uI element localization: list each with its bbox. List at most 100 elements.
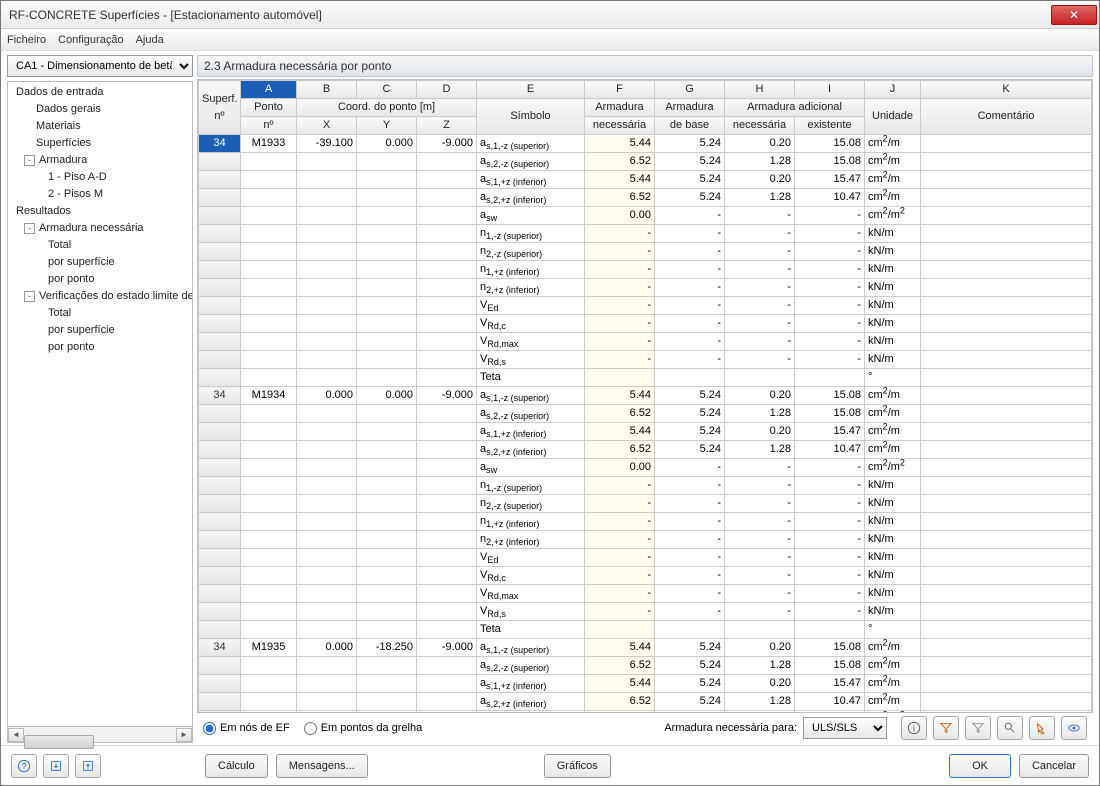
tree-item[interactable]: Dados de entrada bbox=[8, 84, 192, 101]
col-arm-add: Armadura adicional bbox=[725, 99, 865, 117]
scroll-right-icon[interactable]: ► bbox=[176, 728, 192, 742]
table-row[interactable]: n1,-z (superior)----kN/m bbox=[199, 225, 1092, 243]
table-row[interactable]: as,2,-z (superior)6.525.241.2815.08cm2/m bbox=[199, 405, 1092, 423]
eye-icon[interactable] bbox=[1061, 716, 1087, 740]
nav-tree[interactable]: Dados de entradaDados geraisMateriaisSup… bbox=[7, 81, 193, 727]
tree-item[interactable]: por superfície bbox=[8, 254, 192, 271]
case-selector[interactable]: CA1 - Dimensionamento de betã bbox=[7, 55, 193, 77]
table-row[interactable]: n1,-z (superior)----kN/m bbox=[199, 477, 1092, 495]
table-row[interactable]: asw0.00---cm2/m2 bbox=[199, 711, 1092, 714]
export-icon[interactable] bbox=[75, 754, 101, 778]
col-ponto-bot: nº bbox=[241, 117, 297, 135]
tree-item[interactable]: -Verificações do estado limite de bbox=[8, 288, 192, 305]
table-row[interactable]: n1,+z (inferior)----kN/m bbox=[199, 513, 1092, 531]
table-row[interactable]: VRd,s----kN/m bbox=[199, 351, 1092, 369]
table-row[interactable]: n2,-z (superior)----kN/m bbox=[199, 495, 1092, 513]
graphics-button[interactable]: Gráficos bbox=[544, 754, 611, 778]
sidebar: CA1 - Dimensionamento de betã Dados de e… bbox=[7, 55, 193, 743]
radio-grelha-input[interactable] bbox=[304, 722, 317, 735]
col-letter-e[interactable]: E bbox=[477, 81, 585, 99]
tree-item[interactable]: Total bbox=[8, 305, 192, 322]
tree-item[interactable]: Dados gerais bbox=[8, 101, 192, 118]
help-icon[interactable]: ? bbox=[11, 754, 37, 778]
table-row[interactable]: as,2,+z (inferior)6.525.241.2810.47cm2/m bbox=[199, 189, 1092, 207]
tree-item[interactable]: por ponto bbox=[8, 271, 192, 288]
table-row[interactable]: 34M19340.0000.000-9.000as,1,-z (superior… bbox=[199, 387, 1092, 405]
cancel-button[interactable]: Cancelar bbox=[1019, 754, 1089, 778]
calc-button[interactable]: Cálculo bbox=[205, 754, 268, 778]
table-row[interactable]: as,1,+z (inferior)5.445.240.2015.47cm2/m bbox=[199, 423, 1092, 441]
tree-item[interactable]: por superfície bbox=[8, 322, 192, 339]
tree-item[interactable]: por ponto bbox=[8, 339, 192, 356]
window-title: RF-CONCRETE Superfícies - [Estacionament… bbox=[9, 8, 1051, 22]
filter-icon[interactable] bbox=[965, 716, 991, 740]
required-for: Armadura necessária para: ULS/SLS bbox=[664, 717, 887, 739]
info-icon[interactable]: i bbox=[901, 716, 927, 740]
table-row[interactable]: n1,+z (inferior)----kN/m bbox=[199, 261, 1092, 279]
table-row[interactable]: as,2,+z (inferior)6.525.241.2810.47cm2/m bbox=[199, 441, 1092, 459]
ok-button[interactable]: OK bbox=[949, 754, 1011, 778]
required-for-select[interactable]: ULS/SLS bbox=[803, 717, 887, 739]
menu-configuracao[interactable]: Configuração bbox=[58, 34, 123, 46]
table-row[interactable]: asw0.00---cm2/m2 bbox=[199, 207, 1092, 225]
col-letter-d[interactable]: D bbox=[417, 81, 477, 99]
col-letter-a[interactable]: A bbox=[241, 81, 297, 99]
tree-hscroll[interactable]: ◄ ► bbox=[7, 727, 193, 743]
table-row[interactable]: VRd,c----kN/m bbox=[199, 567, 1092, 585]
messages-button[interactable]: Mensagens... bbox=[276, 754, 368, 778]
scroll-left-icon[interactable]: ◄ bbox=[8, 728, 24, 742]
pick-icon[interactable] bbox=[1029, 716, 1055, 740]
menu-ajuda[interactable]: Ajuda bbox=[136, 34, 164, 46]
import-icon[interactable] bbox=[43, 754, 69, 778]
table-row[interactable]: n2,-z (superior)----kN/m bbox=[199, 243, 1092, 261]
find-icon[interactable] bbox=[997, 716, 1023, 740]
tree-item[interactable]: Resultados bbox=[8, 203, 192, 220]
table-row[interactable]: VRd,s----kN/m bbox=[199, 603, 1092, 621]
radio-ef[interactable]: Em nós de EF bbox=[203, 722, 290, 735]
table-row[interactable]: as,1,+z (inferior)5.445.240.2015.47cm2/m bbox=[199, 171, 1092, 189]
grid-wrap: Superf.nº A B C D E F G H I J K bbox=[197, 79, 1093, 713]
table-row[interactable]: as,1,+z (inferior)5.445.240.2015.47cm2/m bbox=[199, 675, 1092, 693]
filter-edit-icon[interactable] bbox=[933, 716, 959, 740]
table-row[interactable]: as,2,+z (inferior)6.525.241.2810.47cm2/m bbox=[199, 693, 1092, 711]
table-row[interactable]: VRd,max----kN/m bbox=[199, 333, 1092, 351]
scroll-thumb[interactable] bbox=[24, 735, 94, 749]
tree-item[interactable]: 1 - Piso A-D bbox=[8, 169, 192, 186]
radio-ef-input[interactable] bbox=[203, 722, 216, 735]
table-row[interactable]: 34M1933-39.1000.000-9.000as,1,-z (superi… bbox=[199, 135, 1092, 153]
tree-item[interactable]: 2 - Pisos M bbox=[8, 186, 192, 203]
col-letter-f[interactable]: F bbox=[585, 81, 655, 99]
col-arm-base-t: Armadura bbox=[655, 99, 725, 117]
table-row[interactable]: VEd----kN/m bbox=[199, 549, 1092, 567]
col-letter-i[interactable]: I bbox=[795, 81, 865, 99]
table-row[interactable]: 34M19350.000-18.250-9.000as,1,-z (superi… bbox=[199, 639, 1092, 657]
table-row[interactable]: asw0.00---cm2/m2 bbox=[199, 459, 1092, 477]
tree-item[interactable]: -Armadura necessária bbox=[8, 220, 192, 237]
table-row[interactable]: as,2,-z (superior)6.525.241.2815.08cm2/m bbox=[199, 153, 1092, 171]
table-row[interactable]: Teta° bbox=[199, 621, 1092, 639]
col-arm-nec-b: necessária bbox=[585, 117, 655, 135]
col-letter-b[interactable]: B bbox=[297, 81, 357, 99]
col-letter-g[interactable]: G bbox=[655, 81, 725, 99]
menu-ficheiro[interactable]: Ficheiro bbox=[7, 34, 46, 46]
table-row[interactable]: VEd----kN/m bbox=[199, 297, 1092, 315]
tree-item[interactable]: -Armadura bbox=[8, 152, 192, 169]
col-x: X bbox=[297, 117, 357, 135]
table-row[interactable]: VRd,c----kN/m bbox=[199, 315, 1092, 333]
table-row[interactable]: as,2,-z (superior)6.525.241.2815.08cm2/m bbox=[199, 657, 1092, 675]
col-letter-k[interactable]: K bbox=[921, 81, 1092, 99]
col-letter-h[interactable]: H bbox=[725, 81, 795, 99]
tree-item[interactable]: Total bbox=[8, 237, 192, 254]
tree-item[interactable]: Superfícies bbox=[8, 135, 192, 152]
col-arm-base-b: de base bbox=[655, 117, 725, 135]
tree-item[interactable]: Materiais bbox=[8, 118, 192, 135]
table-row[interactable]: Teta° bbox=[199, 369, 1092, 387]
table-row[interactable]: n2,+z (inferior)----kN/m bbox=[199, 531, 1092, 549]
col-letter-c[interactable]: C bbox=[357, 81, 417, 99]
col-letter-j[interactable]: J bbox=[865, 81, 921, 99]
table-row[interactable]: VRd,max----kN/m bbox=[199, 585, 1092, 603]
table-row[interactable]: n2,+z (inferior)----kN/m bbox=[199, 279, 1092, 297]
results-grid[interactable]: Superf.nº A B C D E F G H I J K bbox=[198, 80, 1092, 713]
close-button[interactable]: ✕ bbox=[1051, 5, 1097, 25]
radio-grelha[interactable]: Em pontos da grelha bbox=[304, 722, 423, 735]
